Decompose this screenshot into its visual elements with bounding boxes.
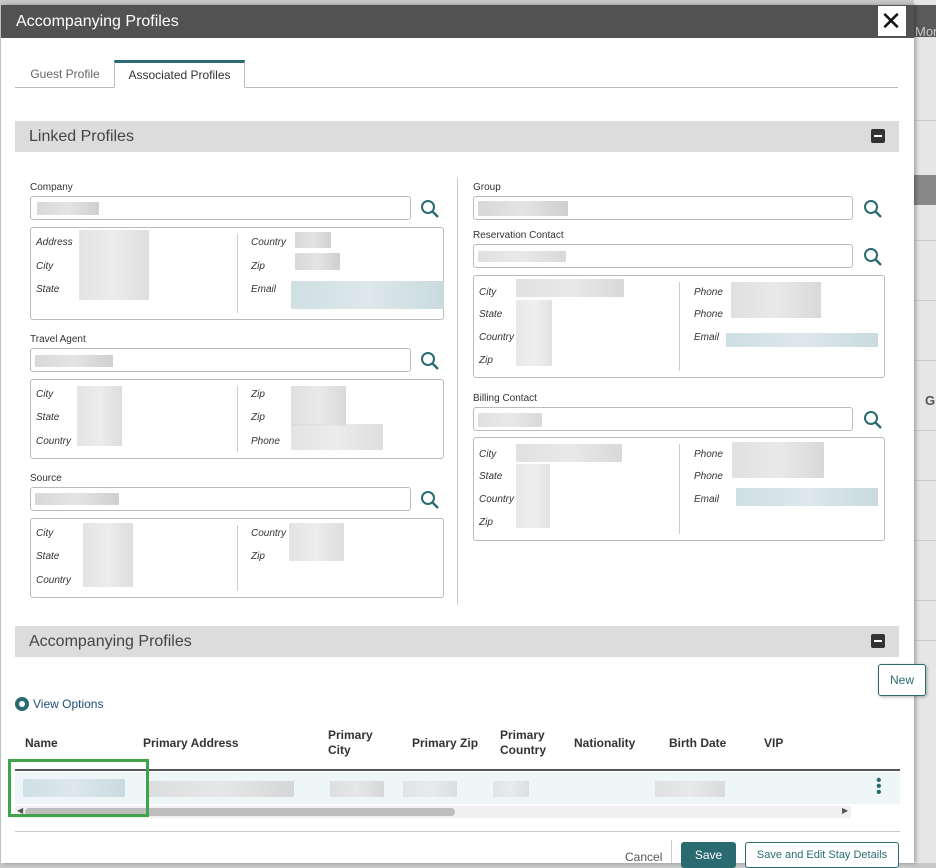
source-field-label: Country — [251, 528, 287, 539]
company-field-label: State — [36, 284, 60, 295]
row-actions-icon[interactable]: • • • — [876, 773, 882, 801]
column-divider — [457, 178, 458, 605]
reservation-contact-field-label: Phone — [694, 309, 723, 320]
background-label-2: Gr — [925, 393, 936, 408]
travel-agent-field-label: Country — [36, 436, 72, 447]
column-header-primary-zip[interactable]: Primary Zip — [412, 736, 478, 751]
billing-contact-label: Billing Contact — [473, 393, 537, 404]
search-icon[interactable] — [420, 199, 440, 219]
column-header-primary-address[interactable]: Primary Address — [143, 736, 239, 751]
travel-agent-field-label: Phone — [251, 436, 280, 447]
source-field-label: City — [36, 528, 54, 539]
billing-contact-field-label: City — [479, 449, 497, 460]
search-icon[interactable] — [420, 490, 440, 510]
billing-contact-field-label: Phone — [694, 449, 723, 460]
footer-separator — [671, 840, 672, 863]
view-options-label: View Options — [33, 697, 104, 711]
travel-agent-field-label: City — [36, 389, 54, 400]
background-page — [914, 0, 936, 863]
gear-icon — [15, 697, 29, 711]
dialog-titlebar: Accompanying Profiles ✕ — [1, 5, 914, 38]
reservation-contact-field-label: Email — [694, 332, 720, 343]
collapse-icon[interactable] — [871, 634, 885, 648]
search-icon[interactable] — [863, 199, 883, 219]
reservation-contact-field-label: Country — [479, 332, 515, 343]
dialog-title: Accompanying Profiles — [16, 13, 179, 30]
new-button[interactable]: New — [878, 664, 926, 696]
save-and-edit-stay-details-button[interactable]: Save and Edit Stay Details — [745, 842, 899, 868]
column-header-primary-country[interactable]: Primary Country — [500, 728, 560, 758]
group-input[interactable] — [473, 196, 853, 220]
reservation-contact-field-label: State — [479, 309, 503, 320]
cancel-button[interactable]: Cancel — [625, 850, 662, 864]
profile-tabs: Guest Profile Associated Profiles — [15, 60, 898, 88]
company-field-label: Country — [251, 237, 287, 248]
reservation-contact-input[interactable] — [473, 244, 853, 268]
group-label: Group — [473, 182, 501, 193]
travel-agent-input[interactable] — [30, 348, 411, 372]
source-label: Source — [30, 473, 62, 484]
linked-profiles-header[interactable]: Linked Profiles — [15, 121, 899, 152]
column-header-birth-date[interactable]: Birth Date — [669, 736, 726, 751]
source-field-label: State — [36, 551, 60, 562]
scroll-right-icon[interactable]: ▶ — [842, 806, 848, 815]
search-icon[interactable] — [420, 351, 440, 371]
reservation-contact-field-label: Phone — [694, 287, 723, 298]
column-header-name[interactable]: Name — [25, 736, 58, 751]
billing-contact-field-label: Zip — [479, 517, 493, 528]
travel-agent-field-label: Zip — [251, 412, 265, 423]
reservation-contact-label: Reservation Contact — [473, 230, 564, 241]
footer-divider — [15, 831, 900, 832]
billing-contact-field-label: Phone — [694, 471, 723, 482]
column-header-vip[interactable]: VIP — [764, 736, 783, 751]
billing-contact-field-label: State — [479, 471, 503, 482]
view-options-link[interactable]: View Options — [15, 697, 103, 711]
source-field-label: Zip — [251, 551, 265, 562]
billing-contact-input[interactable] — [473, 407, 853, 431]
source-details: City State Country Country Zip — [30, 518, 444, 598]
travel-agent-details: City State Country Zip Zip Phone — [30, 379, 444, 459]
reservation-contact-field-label: City — [479, 287, 497, 298]
column-header-primary-city[interactable]: Primary City — [328, 728, 388, 758]
save-button[interactable]: Save — [681, 842, 736, 868]
source-input[interactable] — [30, 487, 411, 511]
billing-contact-field-label: Country — [479, 494, 515, 505]
company-field-label: City — [36, 261, 54, 272]
background-label: Mor — [915, 24, 936, 39]
company-field-label: Zip — [251, 261, 265, 272]
travel-agent-field-label: Zip — [251, 389, 265, 400]
source-field-label: Country — [36, 575, 72, 586]
travel-agent-label: Travel Agent — [30, 334, 86, 345]
tab-guest-profile[interactable]: Guest Profile — [15, 60, 115, 88]
background-block — [914, 175, 936, 205]
company-details: Address City State Country Zip Email — [30, 227, 444, 320]
search-icon[interactable] — [863, 247, 883, 267]
company-field-label: Email — [251, 284, 277, 295]
tab-associated-profiles[interactable]: Associated Profiles — [114, 60, 245, 88]
travel-agent-field-label: State — [36, 412, 60, 423]
reservation-contact-details: City State Country Zip Phone Phone Email — [473, 275, 885, 378]
name-cell-highlight — [8, 759, 149, 817]
company-field-label: Address — [36, 237, 73, 248]
accompanying-profiles-header[interactable]: Accompanying Profiles — [15, 626, 899, 657]
billing-contact-field-label: Email — [694, 494, 720, 505]
company-input[interactable] — [30, 196, 411, 220]
reservation-contact-field-label: Zip — [479, 355, 493, 366]
collapse-icon[interactable] — [871, 129, 885, 143]
column-header-nationality[interactable]: Nationality — [574, 736, 635, 751]
accompanying-profiles-title: Accompanying Profiles — [29, 633, 192, 650]
company-label: Company — [30, 182, 73, 193]
billing-contact-details: City State Country Zip Phone Phone Email — [473, 437, 885, 541]
close-icon[interactable]: ✕ — [878, 8, 904, 34]
search-icon[interactable] — [863, 410, 883, 430]
linked-profiles-title: Linked Profiles — [29, 128, 134, 145]
